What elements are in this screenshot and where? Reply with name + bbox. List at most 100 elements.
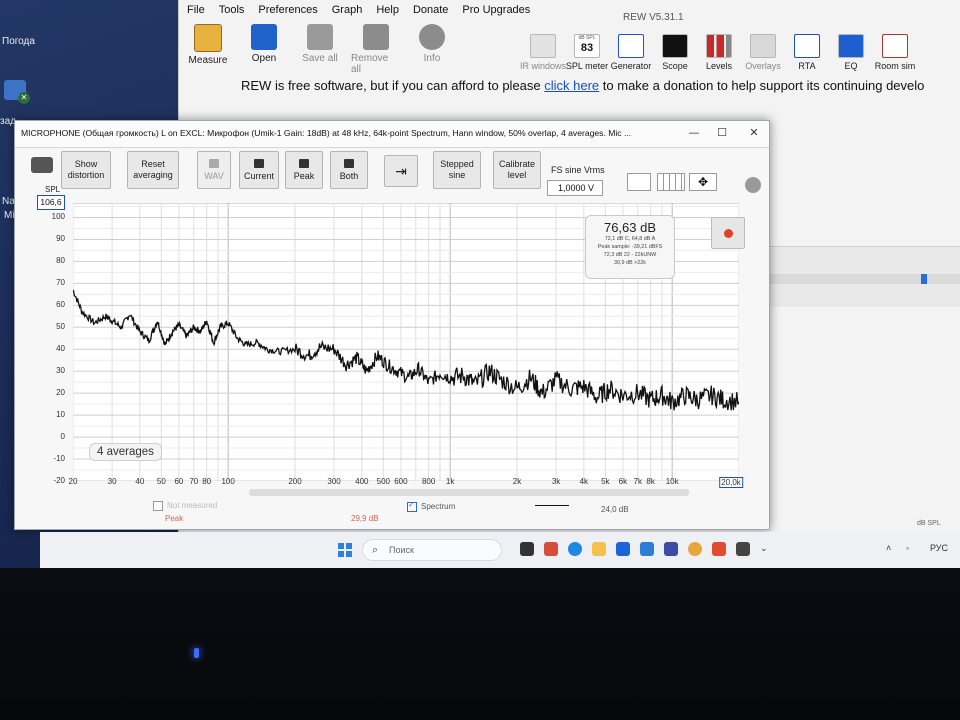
donate-link[interactable]: click here: [544, 78, 599, 93]
save-both-button[interactable]: Both: [330, 151, 368, 189]
pinned-app-2-icon[interactable]: [712, 542, 726, 556]
x-tick-label: 8k: [646, 477, 655, 486]
horizontal-scrollbar[interactable]: [249, 489, 689, 496]
ir-windows-button[interactable]: IR windows: [520, 34, 566, 71]
averages-badge: 4 averages: [89, 443, 162, 461]
pinned-app-1-icon[interactable]: [544, 542, 558, 556]
generator-icon: [618, 34, 644, 58]
info-icon: [419, 24, 445, 50]
start-windows-icon[interactable]: [338, 543, 352, 557]
y-tick-label: 0: [60, 432, 65, 442]
show-distortion-button[interactable]: Show distortion: [61, 151, 111, 189]
single-graph-icon[interactable]: [627, 173, 651, 191]
menu-pro-upgrades[interactable]: Pro Upgrades: [462, 4, 530, 16]
reset-averaging-label-2: averaging: [133, 170, 173, 180]
save-both-icon: [344, 158, 354, 168]
save-peak-button[interactable]: Peak: [285, 151, 323, 189]
room-sim-button[interactable]: Room sim: [875, 34, 915, 71]
export-button[interactable]: ⇥: [384, 155, 418, 187]
record-button[interactable]: [711, 217, 745, 249]
spectrum-window-title: MICROPHONE (Общая громкость) L on EXCL: …: [21, 128, 632, 138]
store-icon[interactable]: [664, 542, 678, 556]
x-tick-label: 6k: [618, 477, 628, 486]
y-tick-label: 70: [56, 278, 65, 288]
task-view-icon[interactable]: [520, 542, 534, 556]
menu-help[interactable]: Help: [376, 4, 399, 16]
save-all-button[interactable]: Save all: [295, 24, 345, 75]
legend-item-peak: Peak: [165, 514, 184, 523]
spectrum-checkbox[interactable]: [407, 500, 417, 512]
wav-icon: [209, 158, 219, 168]
reset-averaging-button[interactable]: Reset averaging: [127, 151, 179, 189]
legend-item-spectrum[interactable]: Spectrum: [407, 500, 455, 512]
edge-browser-icon[interactable]: [568, 542, 582, 556]
info-button[interactable]: Info: [407, 24, 457, 75]
tray-language[interactable]: РУС: [930, 543, 948, 553]
generator-button[interactable]: Generator: [611, 34, 651, 71]
menu-preferences[interactable]: Preferences: [258, 4, 317, 16]
open-button[interactable]: Open: [239, 24, 289, 75]
tray-up-arrow-icon[interactable]: ˄: [886, 543, 891, 553]
spl-meter-button[interactable]: dB SPL 83 SPL meter: [565, 34, 609, 71]
right-panel-slider-thumb[interactable]: [921, 274, 927, 284]
close-icon[interactable]: ✕: [745, 125, 763, 141]
stepped-sine-button[interactable]: Stepped sine: [433, 151, 481, 189]
file-explorer-icon[interactable]: [592, 542, 606, 556]
info-label: Info: [423, 53, 441, 64]
monitor-power-led-icon: [194, 648, 199, 658]
weather-label: Погода: [2, 36, 35, 47]
scope-button[interactable]: Scope: [655, 34, 695, 71]
monitor-frame: Погода ✕ зад Nar Mic File Tools Preferen…: [0, 0, 960, 720]
menu-tools[interactable]: Tools: [219, 4, 245, 16]
folder-icon: [251, 24, 277, 50]
maximize-icon[interactable]: ☐: [713, 125, 731, 141]
camera-icon[interactable]: [31, 157, 53, 173]
y-tick-label: 90: [56, 234, 65, 244]
menu-graph[interactable]: Graph: [332, 4, 363, 16]
spl-meter-label: SPL meter: [565, 61, 609, 71]
donate-text-before: REW is free software, but if you can aff…: [241, 78, 545, 93]
measure-button[interactable]: Measure: [183, 24, 233, 75]
taskbar-search[interactable]: ⌕ Поиск: [362, 539, 502, 561]
chrome-icon[interactable]: [688, 542, 702, 556]
settings-gear-icon[interactable]: [745, 177, 761, 193]
network-desktop-icon[interactable]: ✕: [4, 80, 30, 104]
show-distortion-label-1: Show: [74, 159, 98, 169]
fs-sine-input[interactable]: 1,0000 V: [547, 180, 603, 196]
room-sim-label: Room sim: [874, 61, 916, 71]
fit-view-icon[interactable]: ✥: [689, 173, 717, 191]
levels-button[interactable]: Levels: [699, 34, 739, 71]
legend-item-not-measured[interactable]: Not measured: [153, 501, 217, 511]
save-icon: [307, 24, 333, 50]
wav-label: WAV: [204, 170, 224, 181]
x-tick-label: 600: [394, 477, 408, 486]
calibrate-level-button[interactable]: Calibrate level: [493, 151, 541, 189]
mail-icon[interactable]: [640, 542, 654, 556]
overlays-button[interactable]: Overlays: [743, 34, 783, 71]
spl-meter-value: 83: [580, 42, 594, 54]
legend-checkbox-1[interactable]: [153, 501, 163, 511]
rta-icon: [794, 34, 820, 58]
save-all-label: Save all: [302, 53, 338, 64]
wifi-icon[interactable]: ◦: [906, 543, 909, 553]
save-current-button[interactable]: Current: [239, 151, 279, 189]
rew-taskbar-icon[interactable]: [736, 542, 750, 556]
remove-all-button[interactable]: Remove all: [351, 24, 401, 75]
minimize-icon[interactable]: —: [685, 125, 703, 141]
dropbox-icon[interactable]: [616, 542, 630, 556]
eq-button[interactable]: EQ: [831, 34, 871, 71]
wav-button[interactable]: WAV: [197, 151, 231, 189]
save-current-icon: [254, 158, 264, 168]
x-tick-label: 200: [288, 477, 302, 486]
x-tick-label: 100: [221, 477, 235, 486]
menu-file[interactable]: File: [187, 4, 205, 16]
rta-button[interactable]: RTA: [787, 34, 827, 71]
right-panel-slider[interactable]: [759, 274, 960, 284]
x-tick-label[interactable]: 20,0k: [719, 477, 743, 488]
record-icon: [724, 229, 733, 238]
tray-chevron-icon[interactable]: ⌄: [760, 543, 768, 554]
bars-view-icon[interactable]: [657, 173, 685, 191]
room-sim-icon: [882, 34, 908, 58]
menu-donate[interactable]: Donate: [413, 4, 448, 16]
spl-top-value[interactable]: 106,6: [37, 195, 65, 210]
